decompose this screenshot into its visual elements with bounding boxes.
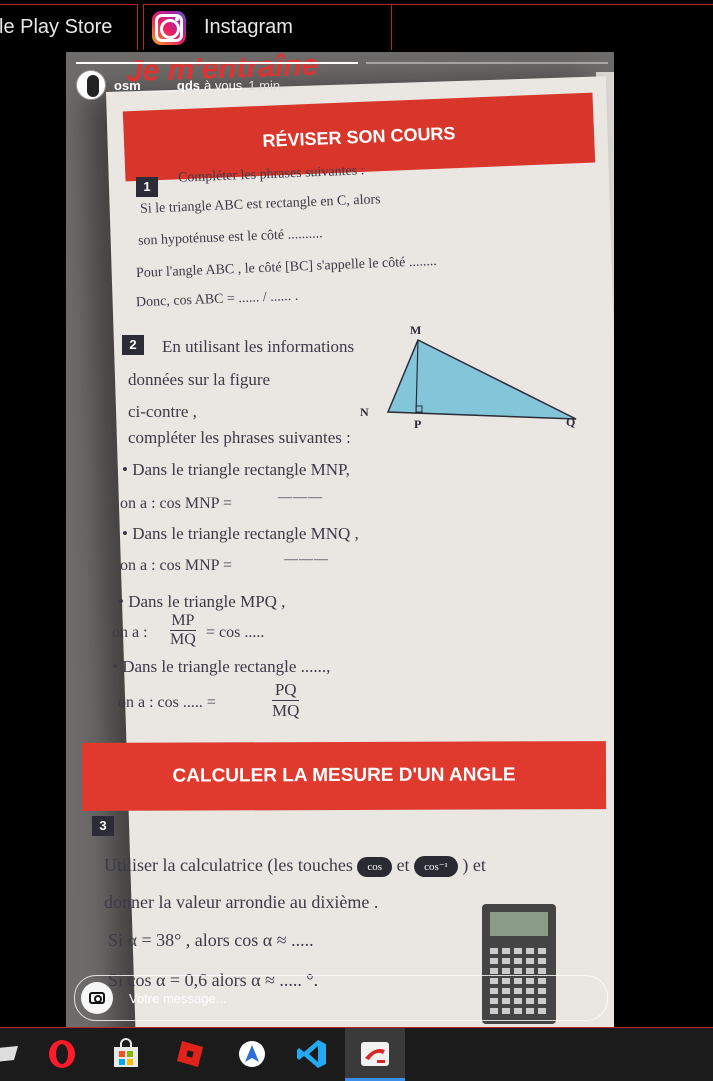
tab-label: le Play Store (0, 16, 113, 38)
ex2-line: En utilisant les informations (162, 337, 355, 356)
ex3-text: Utiliser la calculatrice (les touches (104, 855, 353, 875)
ex3-line: Utiliser la calculatrice (les touches co… (104, 855, 486, 878)
photo-page (106, 76, 614, 1027)
ex3-line: Si α = 38° , alors cos α ≈ ..... (108, 930, 314, 950)
message-bar (74, 975, 608, 1021)
ex2-line: on a : cos MNP = (120, 557, 232, 574)
ex2-line: ci-contre , (128, 402, 197, 421)
tab-label: Instagram (204, 16, 293, 38)
ex2-line: • Dans le triangle rectangle ......, (112, 657, 331, 676)
story-time: 1 min. (248, 77, 284, 93)
fraction-numerator: MP (170, 612, 196, 631)
ex2-line: on a : cos MNP = (120, 495, 232, 512)
fraction-denominator: MQ (170, 631, 196, 648)
store-icon[interactable] (110, 1038, 142, 1070)
app-active-icon[interactable] (359, 1038, 391, 1070)
point-label-m: M (410, 323, 421, 337)
camera-button[interactable] (81, 982, 113, 1014)
fraction-mp-mq: MP MQ (170, 612, 196, 649)
cos-key-icon: cos (357, 856, 393, 877)
story-progress-bar (76, 62, 358, 64)
message-input[interactable] (127, 989, 571, 1007)
banner-calculer: CALCULER LA MESURE D'UN ANGLE (81, 741, 607, 811)
tab-instagram[interactable]: Instagram (143, 4, 392, 50)
fraction-blank: ——— (278, 490, 323, 505)
avatar[interactable] (76, 70, 106, 100)
camera-icon (89, 992, 105, 1004)
banner-title: RÉVISER SON COURS (262, 122, 456, 151)
banner-title: CALCULER LA MESURE D'UN ANGLE (172, 764, 516, 787)
point-label-n: N (360, 405, 369, 419)
ex3-text: ) et (462, 855, 486, 875)
story-audience: à vous (204, 77, 243, 93)
ex2-line: = cos ..... (206, 624, 265, 641)
fraction-pq-mq: PQ MQ (272, 680, 300, 721)
instagram-icon (152, 10, 186, 45)
tab-play-store[interactable]: le Play Store (0, 4, 138, 50)
story-viewer[interactable]: Je m'entraîne RÉVISER SON COURS 1 Complé… (66, 52, 614, 1027)
point-label-q: Q (566, 415, 575, 429)
exercise-number: 3 (92, 816, 114, 836)
exercise-number: 1 (136, 177, 158, 197)
tab-bar: le Play Store Instagram (0, 0, 713, 52)
arccos-key-icon: cos⁻¹ (414, 856, 458, 878)
ex3-text: et (396, 855, 410, 875)
ex3-line: donner la valeur arrondie au dixième . (104, 892, 379, 912)
point-label-p: P (414, 417, 421, 431)
opera-icon[interactable] (46, 1038, 78, 1070)
ex2-line: on a : (112, 624, 148, 641)
ex2-line: données sur la figure (128, 370, 271, 389)
fraction-numerator: PQ (272, 680, 300, 701)
exercise-number: 2 (122, 335, 144, 355)
taskbar (0, 1027, 713, 1081)
tab-divider (392, 4, 713, 5)
vscode-icon[interactable] (296, 1038, 328, 1070)
story-header: osm_____qds à vous 1 min. (76, 70, 284, 100)
maps-icon[interactable] (236, 1038, 268, 1070)
story-progress-bar-next (366, 62, 608, 64)
ex2-line: • Dans le triangle MPQ , (118, 592, 286, 611)
story-username[interactable]: osm_____qds (114, 78, 200, 93)
roblox-icon[interactable] (174, 1038, 206, 1070)
fraction-denominator: MQ (272, 701, 300, 720)
triangle-figure: M N P Q (360, 323, 577, 431)
ex2-line: • Dans le triangle rectangle MNQ , (122, 524, 359, 543)
ex2-line: • Dans le triangle rectangle MNP, (122, 460, 350, 479)
fraction-blank: ——— (284, 552, 329, 567)
ex2-line: compléter les phrases suivantes : (128, 428, 351, 447)
start-icon[interactable] (0, 1038, 28, 1070)
ex2-line: on a : cos ..... = (118, 694, 216, 711)
